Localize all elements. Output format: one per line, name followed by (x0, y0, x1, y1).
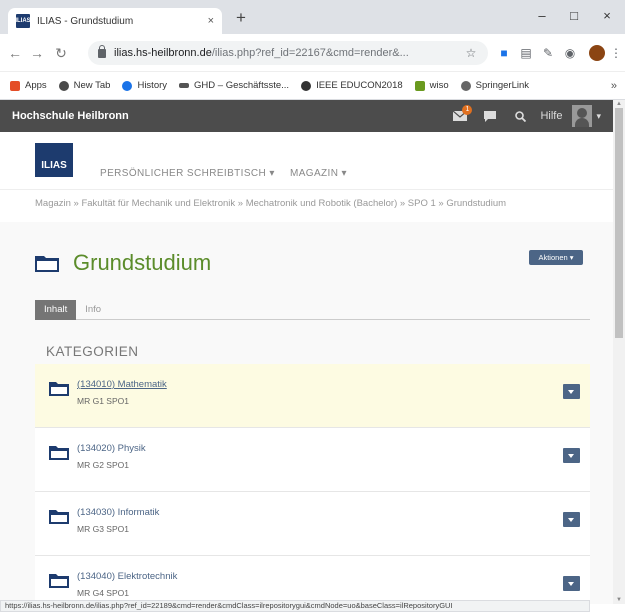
profile-avatar-icon[interactable] (589, 45, 605, 61)
back-arrow-icon[interactable]: ← (6, 44, 24, 62)
scrollbar-thumb[interactable] (615, 108, 623, 338)
institution-name[interactable]: Hochschule Heilbronn (12, 110, 129, 122)
bookmark-label: New Tab (73, 80, 111, 91)
category-title-link[interactable]: (134010) Mathematik (77, 379, 167, 390)
nav-personal-desktop[interactable]: PERSÖNLICHER SCHREIBTISCH ▾ (100, 168, 275, 179)
extension-icon[interactable]: ✎ (539, 44, 557, 62)
folder-icon (49, 446, 69, 460)
folder-icon (35, 256, 59, 272)
bookmark-item[interactable]: History (122, 80, 167, 91)
lock-icon (98, 44, 106, 58)
bookmark-label: IEEE EDUCON2018 (316, 80, 403, 91)
close-window-button[interactable]: × (592, 6, 622, 26)
mail-icon[interactable]: 1 (448, 100, 473, 132)
main-content: Grundstudium Aktionen ▾ Inhalt Info KATE… (0, 222, 613, 612)
bookmark-item[interactable]: New Tab (58, 80, 111, 91)
ghd-icon (179, 83, 190, 88)
bookmark-label: History (137, 80, 168, 91)
category-description: MR G1 SPO1 (77, 396, 129, 406)
category-description: MR G3 SPO1 (77, 524, 129, 534)
github-icon (301, 80, 312, 91)
bookmark-item[interactable]: IEEE EDUCON2018 (301, 80, 403, 91)
category-title-link[interactable]: (134040) Elektrotechnik (77, 571, 177, 582)
page-header: Grundstudium (35, 250, 211, 276)
history-icon (122, 80, 133, 91)
browser-tab[interactable]: ILIAS ILIAS - Grundstudium × (8, 8, 222, 34)
ilias-top-bar: Hochschule Heilbronn 1 Hilfe ▾ (0, 100, 613, 132)
scroll-down-icon[interactable]: ▼ (616, 597, 622, 603)
url-path: /ilias.php?ref_id=22167&cmd=render&... (211, 47, 409, 59)
list-item[interactable]: (134020) Physik MR G2 SPO1 (35, 428, 590, 492)
item-actions-dropdown-button[interactable] (563, 512, 580, 527)
bookmark-star-icon[interactable]: ☆ (462, 44, 480, 62)
category-description: MR G4 SPO1 (77, 588, 129, 598)
tab-title: ILIAS - Grundstudium (37, 15, 134, 27)
chat-icon[interactable] (478, 100, 502, 132)
user-menu-chevron-icon[interactable]: ▾ (596, 111, 601, 122)
list-item[interactable]: (134030) Informatik MR G3 SPO1 (35, 492, 590, 556)
tab-info[interactable]: Info (76, 300, 110, 320)
ilias-favicon-icon: ILIAS (15, 14, 31, 28)
category-list: (134010) Mathematik MR G1 SPO1 (134020) … (35, 364, 590, 612)
bookmark-item[interactable]: SpringerLink (460, 80, 530, 91)
address-bar-row: ← → ↻ ilias.hs-heilbronn.de /ilias.php?r… (0, 34, 625, 72)
extension-icon[interactable]: ◉ (561, 44, 579, 62)
category-title-link[interactable]: (134020) Physik (77, 443, 146, 454)
item-actions-dropdown-button[interactable] (563, 384, 580, 399)
bookmark-label: wiso (429, 80, 449, 91)
url-input[interactable]: ilias.hs-heilbronn.de /ilias.php?ref_id=… (88, 41, 488, 65)
bookmark-item[interactable]: Apps (10, 80, 47, 91)
wiso-icon (414, 80, 425, 91)
maximize-button[interactable]: □ (559, 6, 589, 26)
folder-icon (49, 382, 69, 396)
folder-icon (49, 510, 69, 524)
ilias-logo[interactable]: ILIAS (35, 143, 73, 177)
page-title: Grundstudium (73, 250, 212, 275)
bookmark-label: SpringerLink (475, 80, 530, 91)
tab-content[interactable]: Inhalt (35, 300, 77, 320)
reload-icon[interactable]: ↻ (52, 44, 70, 62)
nav-repository[interactable]: MAGAZIN ▾ (290, 168, 347, 179)
bookmarks-bar: Apps New Tab History GHD – Geschäftsste.… (0, 72, 625, 100)
github-icon (58, 80, 69, 91)
forward-arrow-icon[interactable]: → (28, 44, 46, 62)
bookmark-item[interactable]: GHD – Geschäftsste... (179, 80, 289, 91)
page-scrollbar[interactable]: ▲ ▼ (613, 100, 625, 604)
bookmark-label: Apps (25, 80, 47, 91)
tab-close-icon[interactable]: × (208, 15, 214, 27)
extension-icon[interactable]: ■ (495, 44, 513, 62)
folder-icon (49, 574, 69, 588)
new-tab-button[interactable]: + (230, 8, 252, 30)
actions-dropdown-button[interactable]: Aktionen ▾ (529, 250, 583, 265)
help-link[interactable]: Hilfe (540, 110, 562, 122)
link-status-bar: https://ilias.hs-heilbronn.de/ilias.php?… (0, 600, 590, 612)
breadcrumb[interactable]: Magazin » Fakultät für Mechanik und Elek… (35, 198, 595, 209)
extension-icon[interactable]: ▤ (517, 44, 535, 62)
browser-tab-strip: ILIAS ILIAS - Grundstudium × + – □ × (0, 0, 625, 34)
ilias-main-nav: ILIAS PERSÖNLICHER SCHREIBTISCH ▾ MAGAZI… (0, 132, 613, 190)
item-actions-dropdown-button[interactable] (563, 576, 580, 591)
category-title-link[interactable]: (134030) Informatik (77, 507, 159, 518)
user-avatar[interactable] (572, 105, 593, 127)
mail-count-badge: 1 (462, 105, 473, 115)
content-tabs: Inhalt Info (35, 300, 590, 320)
bookmarks-overflow-icon[interactable]: » (611, 80, 617, 92)
search-icon[interactable] (508, 100, 532, 132)
url-host: ilias.hs-heilbronn.de (114, 47, 212, 59)
chrome-menu-icon[interactable]: ⋮ (607, 44, 625, 62)
apps-grid-icon (10, 80, 20, 91)
category-description: MR G2 SPO1 (77, 460, 129, 470)
bookmark-item[interactable]: wiso (414, 80, 449, 91)
item-actions-dropdown-button[interactable] (563, 448, 580, 463)
bookmark-label: GHD – Geschäftsste... (194, 80, 290, 91)
minimize-button[interactable]: – (527, 6, 557, 26)
springer-icon (460, 80, 471, 91)
section-heading: KATEGORIEN (46, 344, 139, 359)
scroll-up-icon[interactable]: ▲ (616, 101, 622, 107)
list-item[interactable]: (134010) Mathematik MR G1 SPO1 (35, 364, 590, 428)
